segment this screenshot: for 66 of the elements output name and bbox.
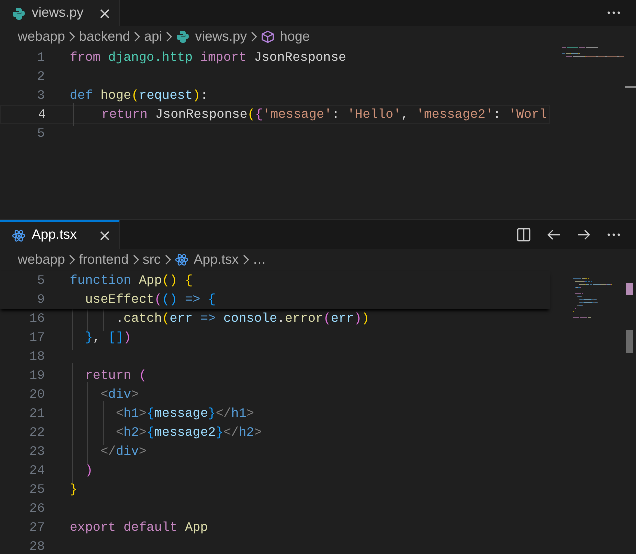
chevron-icon (133, 31, 142, 43)
line-number: 2 (36, 68, 45, 86)
chevron-icon (165, 31, 174, 43)
line-number: 5 (36, 124, 45, 143)
chevron-icon (164, 254, 172, 266)
line-number: 5 (36, 272, 45, 290)
code-line: <h2>{message2}</h2> (115, 424, 262, 442)
cube-icon (261, 30, 276, 44)
line-number: 23 (28, 442, 45, 461)
scrollbar-thumb[interactable] (626, 330, 633, 353)
close-icon[interactable] (99, 8, 111, 20)
code-line: .catch(err => console.error(err)) (115, 310, 370, 328)
close-icon[interactable] (99, 230, 111, 242)
line-number: 1 (36, 48, 45, 67)
line-number: 9 (36, 290, 45, 309)
line-number: 16 (28, 310, 45, 328)
line-number: 20 (28, 386, 45, 404)
breadcrumb-item[interactable]: frontend (79, 250, 129, 270)
code-line: }, []) (84, 328, 132, 347)
breadcrumb-item[interactable]: webapp (18, 250, 66, 270)
python-icon (12, 6, 26, 20)
breadcrumb-item[interactable]: … (252, 250, 266, 270)
code-line: export default App (70, 518, 208, 537)
breadcrumb-item[interactable]: backend (79, 26, 130, 48)
code-line: from django.http import JsonResponse (70, 48, 346, 67)
scrollbar-marker (625, 86, 636, 88)
breadcrumb-item[interactable]: hoge (280, 26, 310, 48)
chevron-icon (242, 254, 250, 266)
line-number: 4 (37, 106, 46, 124)
breadcrumb-item[interactable]: webapp (18, 26, 66, 48)
code-line: } (70, 480, 78, 499)
react-icon (174, 253, 189, 267)
code-line: return ( (84, 366, 147, 385)
line-number: 19 (28, 366, 45, 385)
line-number: 27 (28, 518, 45, 537)
line-number: 24 (28, 462, 45, 480)
line-number: 3 (36, 86, 45, 105)
code-line: function App() { (70, 272, 193, 290)
code-line: def hoge(request): (70, 86, 208, 105)
breadcrumb-item[interactable]: api (144, 26, 162, 48)
breadcrumb-item[interactable]: src (142, 250, 161, 270)
python-icon (176, 30, 190, 44)
chevron-icon (68, 31, 76, 43)
line-number: 26 (28, 500, 45, 518)
line-number: 28 (28, 538, 45, 553)
line-number: 21 (28, 404, 45, 423)
code-line: return JsonResponse({'message': 'Hello', 'message2': 'Worl (100, 106, 548, 124)
line-number: 18 (28, 348, 45, 366)
line-number: 17 (28, 328, 45, 347)
breadcrumb-item[interactable]: App.tsx (194, 250, 239, 270)
split-editor-icon[interactable] (516, 226, 532, 242)
react-icon (12, 228, 26, 242)
editor-tab[interactable]: views.py (0, 0, 120, 26)
code-line: ) (84, 462, 94, 480)
breadcrumb-item[interactable]: views.py (195, 26, 248, 48)
editor-tab[interactable]: App.tsx (0, 220, 120, 249)
chevron-icon (68, 254, 76, 266)
code-line: useEffect(() => { (84, 290, 216, 309)
chevron-icon (132, 254, 140, 266)
code-line: <h1>{message}</h1> (115, 404, 254, 423)
code-line: <div> (100, 386, 140, 404)
line-number: 25 (28, 480, 45, 499)
chevron-icon (250, 31, 258, 43)
code-line: </div> (100, 442, 147, 461)
scrollbar-marker (626, 283, 633, 295)
line-number: 22 (28, 424, 45, 442)
